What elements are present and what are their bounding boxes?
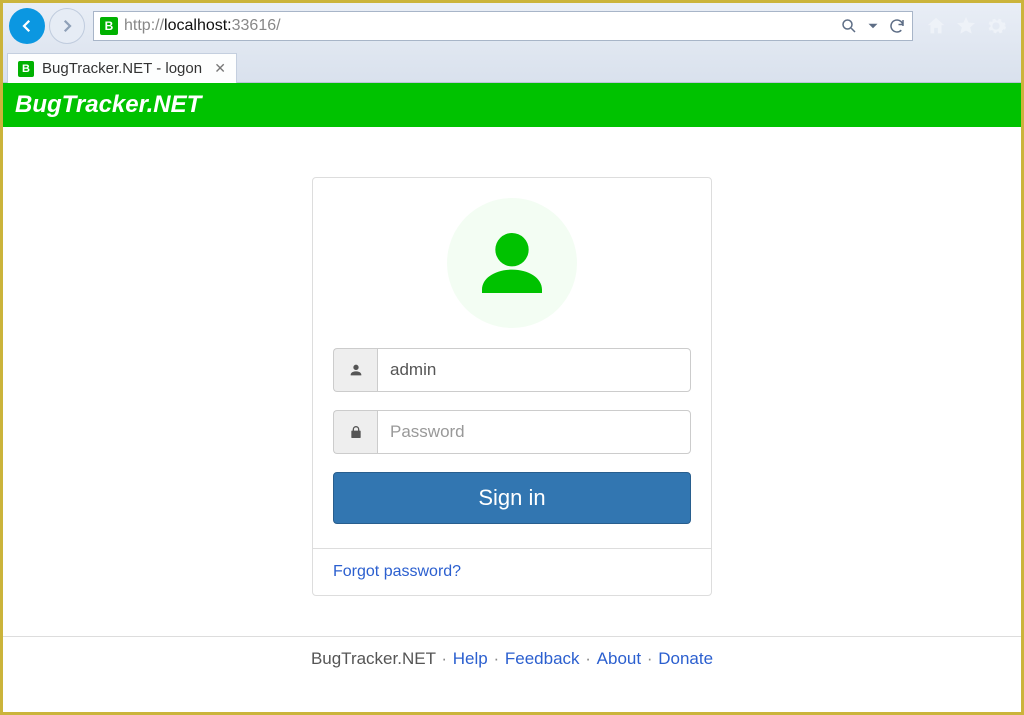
avatar-wrap bbox=[333, 198, 691, 328]
login-panel: Sign in Forgot password? bbox=[312, 177, 712, 596]
url-host: localhost: bbox=[164, 17, 232, 34]
lock-icon bbox=[333, 410, 377, 454]
forgot-password-link[interactable]: Forgot password? bbox=[333, 563, 461, 580]
password-group bbox=[333, 410, 691, 454]
avatar-icon bbox=[447, 198, 577, 328]
browser-tab[interactable]: B BugTracker.NET - logon ✕ bbox=[7, 53, 237, 83]
brand-bar: BugTracker.NET bbox=[3, 83, 1021, 127]
footer-about-link[interactable]: About bbox=[597, 649, 641, 668]
forward-button[interactable] bbox=[49, 8, 85, 44]
settings-gear-icon[interactable] bbox=[985, 15, 1007, 37]
signin-button[interactable]: Sign in bbox=[333, 472, 691, 524]
site-favicon-icon: B bbox=[100, 17, 118, 35]
search-icon[interactable] bbox=[840, 17, 858, 35]
chrome-right-icons bbox=[917, 15, 1015, 37]
dropdown-icon[interactable] bbox=[864, 17, 882, 35]
main-content: Sign in Forgot password? bbox=[3, 127, 1021, 596]
footer-feedback-link[interactable]: Feedback bbox=[505, 649, 580, 668]
page-viewport: BugTracker.NET bbox=[3, 83, 1021, 712]
tab-strip: B BugTracker.NET - logon ✕ bbox=[3, 49, 1021, 83]
url-scheme: http:// bbox=[124, 17, 164, 34]
user-icon bbox=[333, 348, 377, 392]
url-path: 33616/ bbox=[232, 17, 281, 34]
tab-favicon-icon: B bbox=[18, 61, 34, 77]
brand-title: BugTracker.NET bbox=[15, 91, 1009, 119]
footer-donate-link[interactable]: Donate bbox=[658, 649, 713, 668]
login-panel-body: Sign in bbox=[313, 178, 711, 548]
browser-toolbar: B http://localhost:33616/ bbox=[3, 3, 1021, 49]
url-text: http://localhost:33616/ bbox=[124, 17, 834, 35]
refresh-icon[interactable] bbox=[888, 17, 906, 35]
username-input[interactable] bbox=[377, 348, 691, 392]
footer-product: BugTracker.NET bbox=[311, 649, 436, 668]
favorites-icon[interactable] bbox=[955, 15, 977, 37]
address-bar[interactable]: B http://localhost:33616/ bbox=[93, 11, 913, 41]
tab-title: BugTracker.NET - logon bbox=[42, 60, 206, 77]
page-footer: BugTracker.NET · Help · Feedback · About… bbox=[3, 636, 1021, 681]
login-panel-footer: Forgot password? bbox=[313, 548, 711, 595]
back-button[interactable] bbox=[9, 8, 45, 44]
browser-chrome: B http://localhost:33616/ bbox=[3, 3, 1021, 83]
password-input[interactable] bbox=[377, 410, 691, 454]
username-group bbox=[333, 348, 691, 392]
tab-close-icon[interactable]: ✕ bbox=[214, 60, 226, 77]
home-icon[interactable] bbox=[925, 15, 947, 37]
footer-help-link[interactable]: Help bbox=[453, 649, 488, 668]
